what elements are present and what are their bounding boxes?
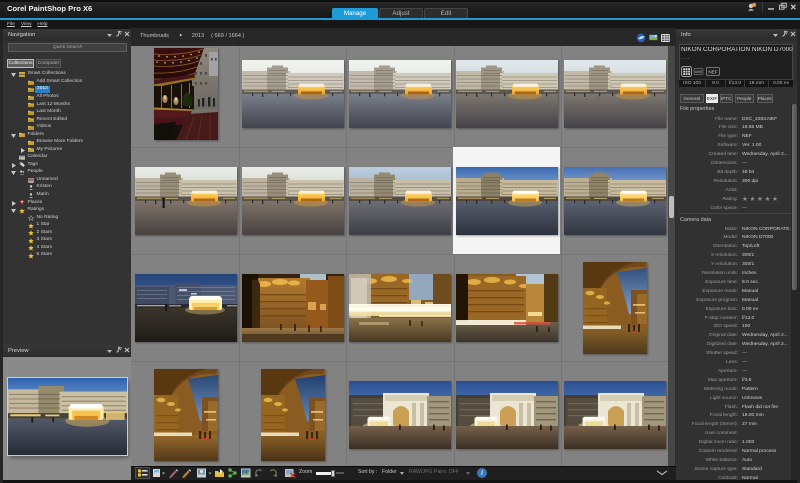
svg-text:NEF: NEF xyxy=(708,69,717,74)
svg-text:AWB: AWB xyxy=(695,70,703,74)
